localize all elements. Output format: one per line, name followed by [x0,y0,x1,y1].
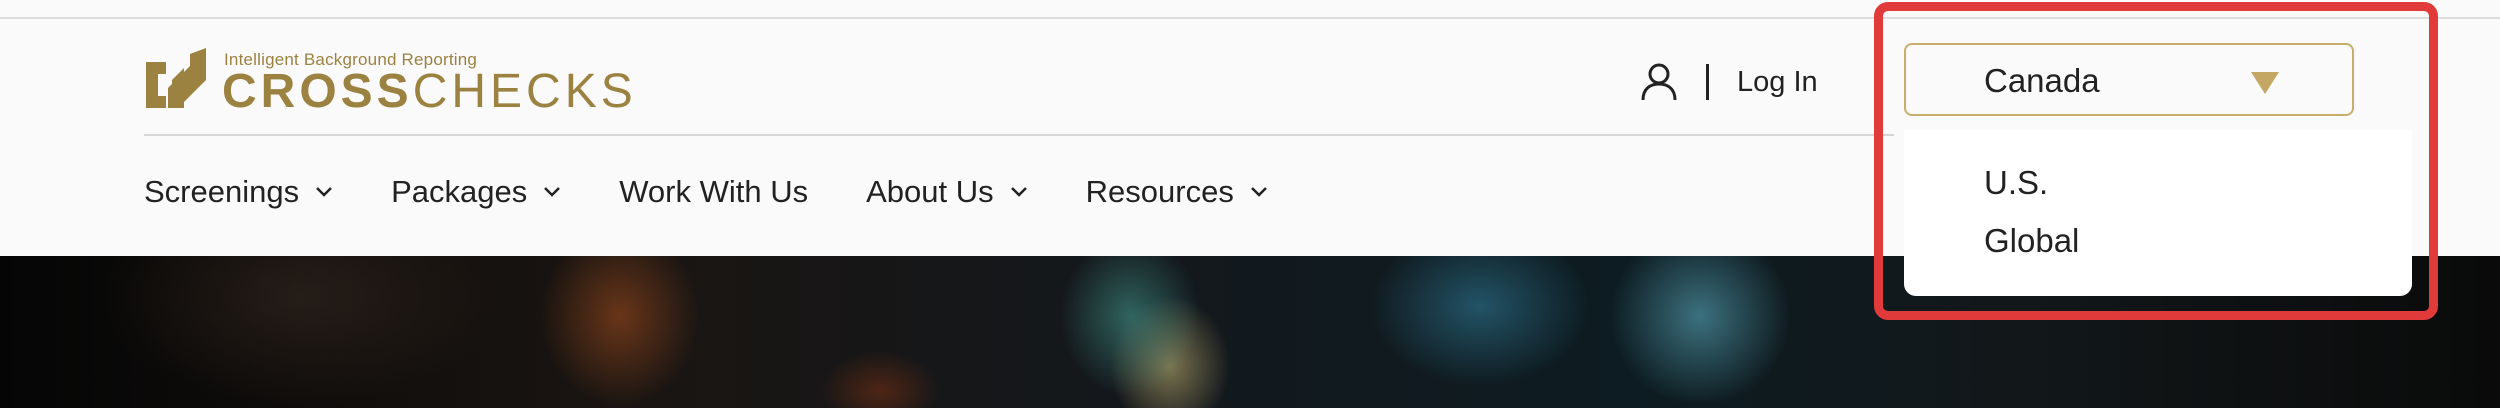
header-divider [144,134,1894,136]
nav-item-label: Screenings [144,174,300,209]
nav-item-screenings[interactable]: Screenings [144,174,333,210]
crosschecks-logo-icon [146,48,206,108]
nav-item-label: Packages [391,174,528,209]
nav-item-label: About Us [866,174,994,209]
nav-item-about-us[interactable]: About Us [866,174,1028,210]
chevron-down-icon [544,187,561,197]
logo-wordmark-bold: CROSS [222,65,413,118]
login-link[interactable]: Log In [1737,66,1818,99]
login-area: Log In [1640,60,1818,104]
nav-item-resources[interactable]: Resources [1086,174,1268,210]
region-dropdown-menu: U.S. Global [1904,130,2412,296]
region-select[interactable]: Canada [1904,43,2354,116]
nav-item-label: Work With Us [619,174,809,209]
region-option-us[interactable]: U.S. [1984,164,2048,202]
nav-item-work-with-us[interactable]: Work With Us [619,174,808,210]
chevron-down-icon [1250,187,1267,197]
login-separator [1706,64,1709,100]
region-option-global[interactable]: Global [1984,222,2079,260]
chevron-down-icon [1010,187,1027,197]
logo-wordmark-light: CHECKS [412,65,637,118]
caret-down-icon [2251,72,2279,94]
logo-wordmark: CROSSCHECKS [222,66,637,118]
crosschecks-logo[interactable]: Intelligent Background Reporting CROSSCH… [144,48,633,118]
nav-item-packages[interactable]: Packages [391,174,561,210]
main-nav: Screenings Packages Work With Us About U… [144,170,1268,214]
user-icon[interactable] [1640,62,1678,102]
nav-item-label: Resources [1085,174,1234,209]
region-select-value: Canada [1984,62,2100,99]
chevron-down-icon [316,187,332,197]
